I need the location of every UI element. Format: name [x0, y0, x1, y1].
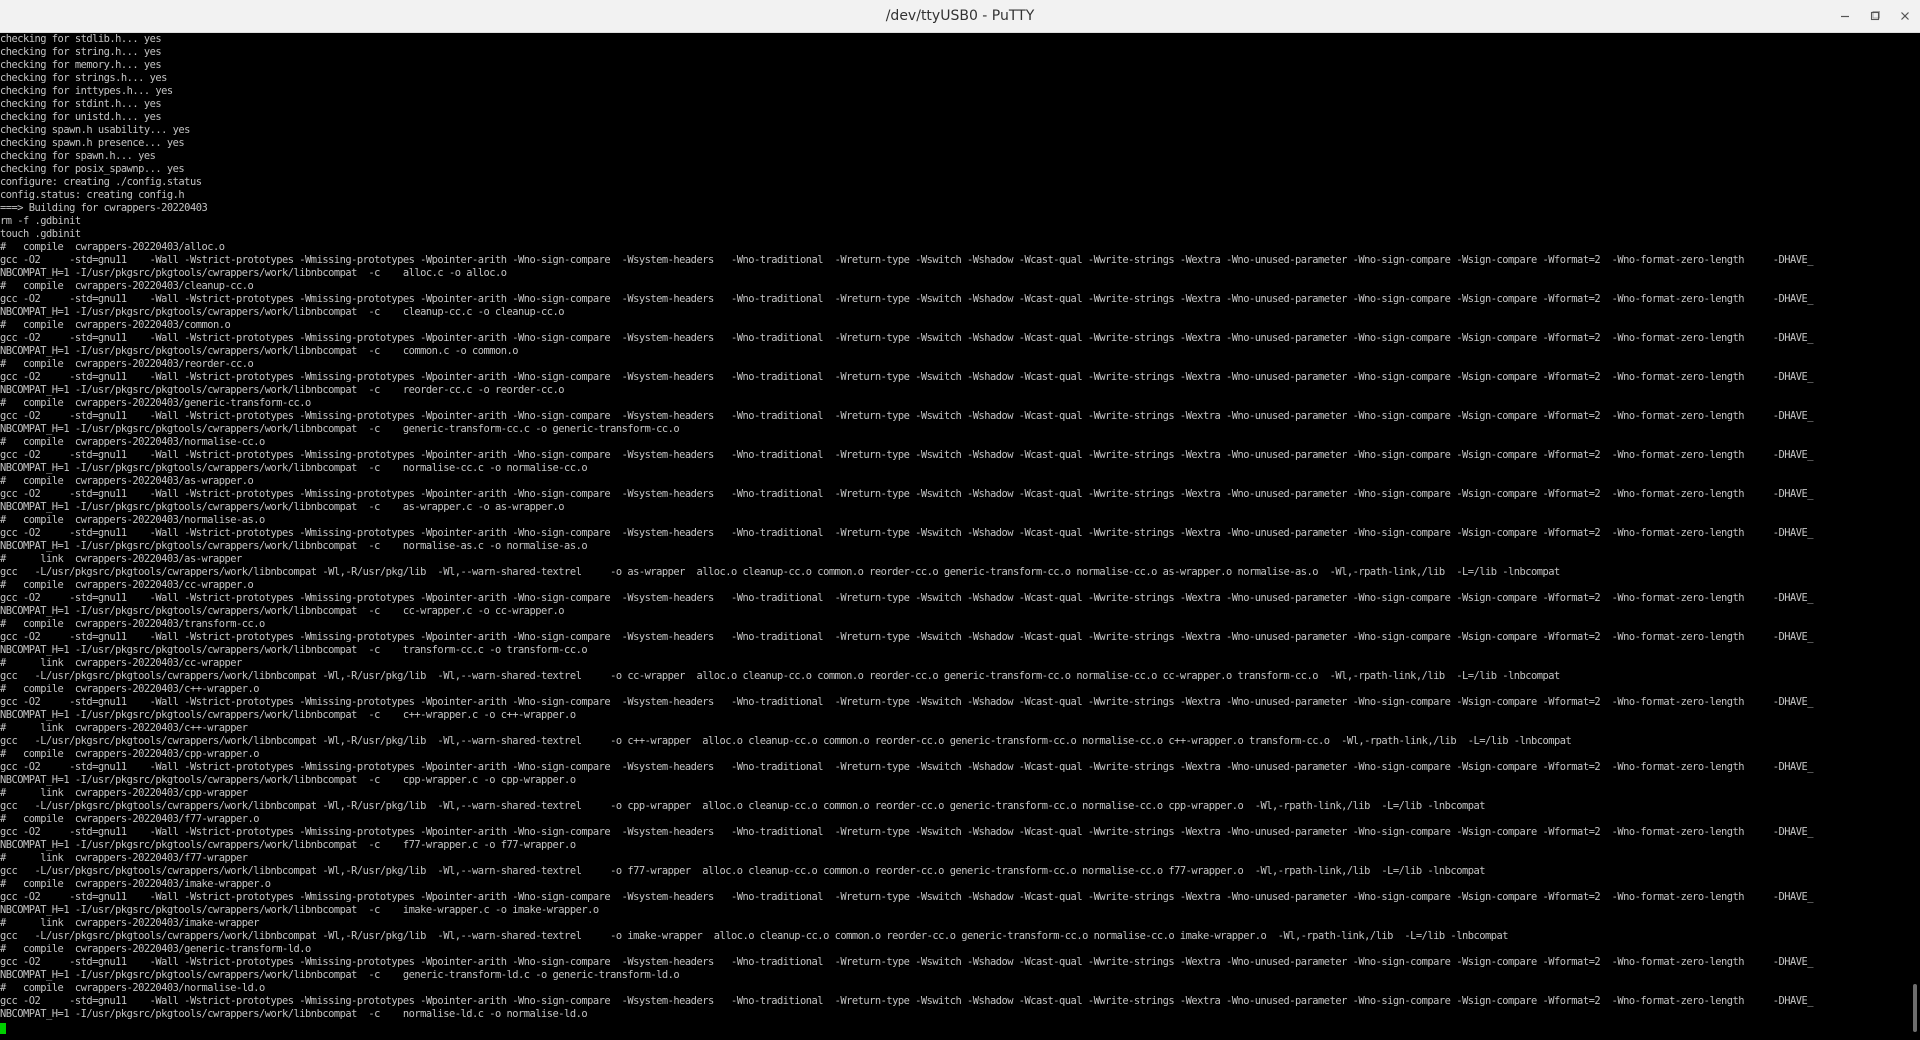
terminal-line: # compile cwrappers-20220403/normalise-c… — [0, 436, 265, 448]
terminal-line: gcc -O2 -std=gnu11 -Wall -Wstrict-protot… — [0, 332, 1814, 344]
terminal-line: gcc -O2 -std=gnu11 -Wall -Wstrict-protot… — [0, 254, 1814, 266]
terminal-line: # compile cwrappers-20220403/generic-tra… — [0, 397, 311, 409]
terminal-line: gcc -L/usr/pkgsrc/pkgtools/cwrappers/wor… — [0, 930, 1509, 942]
terminal-line: NBCOMPAT_H=1 -I/usr/pkgsrc/pkgtools/cwra… — [0, 345, 519, 357]
terminal-line: # link cwrappers-20220403/c++-wrapper — [0, 722, 248, 734]
terminal-line: rm -f .gdbinit — [0, 215, 81, 227]
close-icon — [1900, 11, 1910, 21]
terminal-line: NBCOMPAT_H=1 -I/usr/pkgsrc/pkgtools/cwra… — [0, 969, 680, 981]
terminal-cursor — [0, 1023, 6, 1034]
terminal-line: gcc -O2 -std=gnu11 -Wall -Wstrict-protot… — [0, 826, 1814, 838]
terminal-line: gcc -O2 -std=gnu11 -Wall -Wstrict-protot… — [0, 293, 1814, 305]
terminal-line: gcc -L/usr/pkgsrc/pkgtools/cwrappers/wor… — [0, 865, 1485, 877]
close-button[interactable] — [1891, 0, 1919, 32]
scrollbar-thumb[interactable] — [1913, 984, 1917, 1032]
terminal-line: checking for strings.h... yes — [0, 72, 167, 84]
terminal-line: NBCOMPAT_H=1 -I/usr/pkgsrc/pkgtools/cwra… — [0, 774, 576, 786]
minimize-button[interactable] — [1831, 0, 1859, 32]
terminal-line: # compile cwrappers-20220403/cleanup-cc.… — [0, 280, 254, 292]
terminal-line: gcc -O2 -std=gnu11 -Wall -Wstrict-protot… — [0, 631, 1814, 643]
terminal-line: gcc -L/usr/pkgsrc/pkgtools/cwrappers/wor… — [0, 670, 1560, 682]
terminal-line: NBCOMPAT_H=1 -I/usr/pkgsrc/pkgtools/cwra… — [0, 384, 565, 396]
terminal-line: # compile cwrappers-20220403/cc-wrapper.… — [0, 579, 254, 591]
window-title: /dev/ttyUSB0 - PuTTY — [885, 8, 1035, 24]
terminal-line: gcc -O2 -std=gnu11 -Wall -Wstrict-protot… — [0, 995, 1814, 1007]
terminal-line: gcc -O2 -std=gnu11 -Wall -Wstrict-protot… — [0, 371, 1814, 383]
terminal-line: gcc -L/usr/pkgsrc/pkgtools/cwrappers/wor… — [0, 800, 1485, 812]
terminal-line: ===> Building for cwrappers-20220403 — [0, 202, 208, 214]
minimize-icon — [1840, 11, 1850, 21]
terminal-line: NBCOMPAT_H=1 -I/usr/pkgsrc/pkgtools/cwra… — [0, 644, 588, 656]
terminal-line: # compile cwrappers-20220403/normalise-l… — [0, 982, 265, 994]
terminal-line: NBCOMPAT_H=1 -I/usr/pkgsrc/pkgtools/cwra… — [0, 462, 588, 474]
terminal-line: # compile cwrappers-20220403/as-wrapper.… — [0, 475, 254, 487]
terminal-line: gcc -O2 -std=gnu11 -Wall -Wstrict-protot… — [0, 761, 1814, 773]
terminal-line: NBCOMPAT_H=1 -I/usr/pkgsrc/pkgtools/cwra… — [0, 540, 588, 552]
terminal-line: NBCOMPAT_H=1 -I/usr/pkgsrc/pkgtools/cwra… — [0, 605, 565, 617]
terminal-line: # link cwrappers-20220403/cc-wrapper — [0, 657, 242, 669]
putty-window: /dev/ttyUSB0 - PuTTY checking for stdlib… — [0, 0, 1920, 1040]
terminal-line: # compile cwrappers-20220403/imake-wrapp… — [0, 878, 271, 890]
maximize-button[interactable] — [1861, 0, 1889, 32]
terminal-line: checking spawn.h usability... yes — [0, 124, 190, 136]
terminal-line: checking for unistd.h... yes — [0, 111, 162, 123]
terminal-line: checking for inttypes.h... yes — [0, 85, 173, 97]
terminal-line: configure: creating ./config.status — [0, 176, 202, 188]
terminal-line: NBCOMPAT_H=1 -I/usr/pkgsrc/pkgtools/cwra… — [0, 1008, 588, 1020]
terminal-line: NBCOMPAT_H=1 -I/usr/pkgsrc/pkgtools/cwra… — [0, 904, 599, 916]
terminal-line: # compile cwrappers-20220403/common.o — [0, 319, 231, 331]
terminal-line: checking spawn.h presence... yes — [0, 137, 185, 149]
terminal-line: gcc -L/usr/pkgsrc/pkgtools/cwrappers/wor… — [0, 566, 1560, 578]
terminal-line: gcc -O2 -std=gnu11 -Wall -Wstrict-protot… — [0, 488, 1814, 500]
terminal-line: NBCOMPAT_H=1 -I/usr/pkgsrc/pkgtools/cwra… — [0, 306, 565, 318]
terminal-line: gcc -O2 -std=gnu11 -Wall -Wstrict-protot… — [0, 956, 1814, 968]
terminal-line: # compile cwrappers-20220403/reorder-cc.… — [0, 358, 254, 370]
terminal-line: # compile cwrappers-20220403/normalise-a… — [0, 514, 265, 526]
terminal-line: # link cwrappers-20220403/imake-wrapper — [0, 917, 260, 929]
maximize-icon — [1870, 11, 1880, 21]
terminal-line: checking for stdint.h... yes — [0, 98, 162, 110]
terminal-line: gcc -O2 -std=gnu11 -Wall -Wstrict-protot… — [0, 891, 1814, 903]
terminal-lines: checking for stdlib.h... yes checking for… — [0, 33, 1906, 1021]
terminal-line: NBCOMPAT_H=1 -I/usr/pkgsrc/pkgtools/cwra… — [0, 501, 565, 513]
terminal-line: # compile cwrappers-20220403/generic-tra… — [0, 943, 311, 955]
terminal-line: NBCOMPAT_H=1 -I/usr/pkgsrc/pkgtools/cwra… — [0, 423, 680, 435]
terminal-line: # compile cwrappers-20220403/cpp-wrapper… — [0, 748, 260, 760]
terminal-line: # compile cwrappers-20220403/transform-c… — [0, 618, 265, 630]
terminal-line: # link cwrappers-20220403/f77-wrapper — [0, 852, 248, 864]
terminal-line: # compile cwrappers-20220403/f77-wrapper… — [0, 813, 260, 825]
terminal-line: gcc -O2 -std=gnu11 -Wall -Wstrict-protot… — [0, 527, 1814, 539]
prompt-line — [0, 1021, 1906, 1034]
terminal-line: # link cwrappers-20220403/cpp-wrapper — [0, 787, 248, 799]
terminal-line: checking for memory.h... yes — [0, 59, 162, 71]
terminal-line: # link cwrappers-20220403/as-wrapper — [0, 553, 242, 565]
terminal-line: checking for string.h... yes — [0, 46, 162, 58]
terminal-line: touch .gdbinit — [0, 228, 81, 240]
window-controls — [1830, 0, 1920, 32]
terminal-line: NBCOMPAT_H=1 -I/usr/pkgsrc/pkgtools/cwra… — [0, 709, 576, 721]
title-bar[interactable]: /dev/ttyUSB0 - PuTTY — [0, 0, 1920, 33]
terminal-scrollbar[interactable] — [1906, 33, 1920, 1040]
terminal-line: NBCOMPAT_H=1 -I/usr/pkgsrc/pkgtools/cwra… — [0, 267, 507, 279]
terminal-line: # compile cwrappers-20220403/alloc.o — [0, 241, 225, 253]
terminal-line: # compile cwrappers-20220403/c++-wrapper… — [0, 683, 260, 695]
terminal-line: gcc -L/usr/pkgsrc/pkgtools/cwrappers/wor… — [0, 735, 1572, 747]
terminal-line: checking for posix_spawnp... yes — [0, 163, 185, 175]
terminal-line: NBCOMPAT_H=1 -I/usr/pkgsrc/pkgtools/cwra… — [0, 839, 576, 851]
terminal-line: gcc -O2 -std=gnu11 -Wall -Wstrict-protot… — [0, 592, 1814, 604]
terminal-line: gcc -O2 -std=gnu11 -Wall -Wstrict-protot… — [0, 449, 1814, 461]
terminal-line: checking for stdlib.h... yes — [0, 33, 162, 45]
terminal-line: gcc -O2 -std=gnu11 -Wall -Wstrict-protot… — [0, 696, 1814, 708]
terminal-output[interactable]: checking for stdlib.h... yes checking for… — [0, 33, 1906, 1040]
terminal-line: config.status: creating config.h — [0, 189, 185, 201]
terminal-line: checking for spawn.h... yes — [0, 150, 156, 162]
terminal-line: gcc -O2 -std=gnu11 -Wall -Wstrict-protot… — [0, 410, 1814, 422]
